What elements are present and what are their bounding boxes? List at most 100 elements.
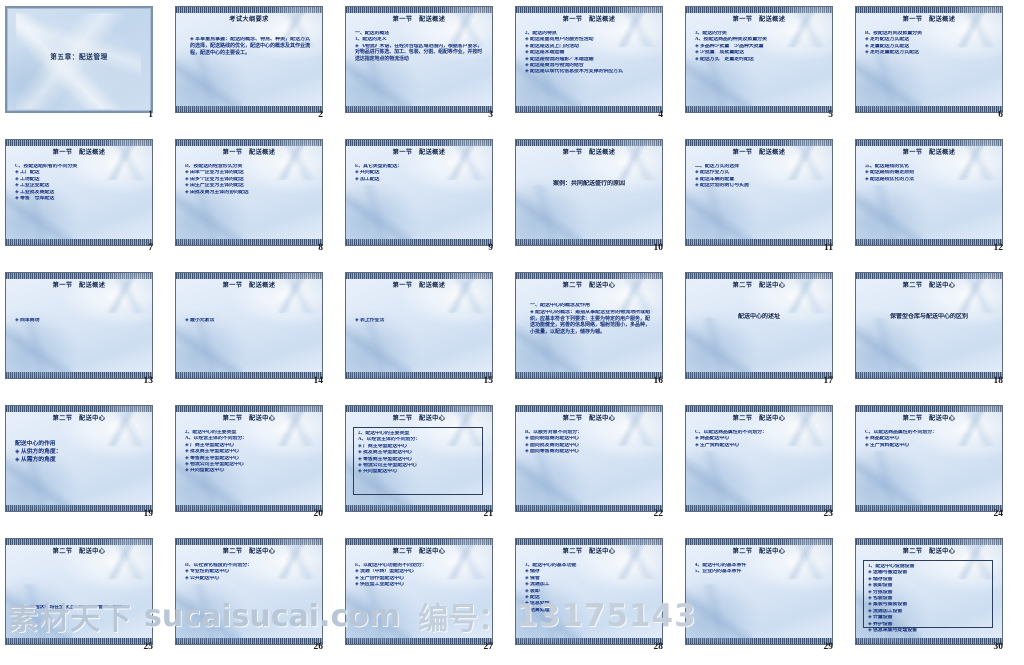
slide-body: ◈ 最小元素法 — [185, 318, 315, 324]
slide-number-label: 6 — [998, 110, 1003, 120]
slide-number-label: 15 — [483, 376, 494, 386]
slide-thumbnail-15[interactable]: 第一节 配送概述 ◈ 表上作业法 15 — [340, 266, 510, 399]
slide-title: 考试大纲要求 — [229, 16, 269, 23]
slide-frame: 第二节 配送中心 C、以配送商品属性的不同划分： ◈ 商品配送中心 ◈ 生产资料配送中… — [685, 405, 833, 512]
content-placeholder-outline[interactable]: 2、配送中心的主要类型 A、以经营主体的不同划分： ◈ 厂商主导型配送中心 ◈ 批发商… — [353, 427, 483, 495]
slide-thumbnail-27[interactable]: 第二节 配送中心 E、以配送中心功能的不同划分： ◈ 流通（中转）型配送中心 ◈ 生产… — [340, 532, 510, 665]
slide-thumbnail-24[interactable]: 第二节 配送中心 C、以配送商品属性的不同划分： ◈ 商品配送中心 ◈ 生产资料配送中… — [850, 399, 1020, 532]
slide-number-label: 17 — [823, 376, 834, 386]
slide-top-band — [516, 539, 662, 545]
slide-thumbnail-8[interactable]: 第一节 配送概述 D、按配送的经营形式分类 ◈ 由单一企业为主体的配送 ◈ 由多个企业… — [170, 133, 340, 266]
slide-body: C、以配送商品属性的不同划分： ◈ 商品配送中心 ◈ 生产资料配送中心 — [695, 430, 825, 449]
slide-frame: 考试大纲要求 ◈ 本章重点掌握：配送的概念、特点、种类，配送方式的选择，配送路线的… — [175, 6, 323, 113]
slide-thumbnail-17[interactable]: 第二节 配送中心 配送中心的述址 17 — [680, 266, 850, 399]
slide-body-line: ◈ 本章重点掌握：配送的概念、特点、种类，配送方式的选择，配送路线的优化，配送中… — [190, 37, 311, 56]
slide-title: 第一节 配送概述 — [562, 16, 616, 23]
slide-frame: 第二节 配送中心 配送中心的述址 — [685, 272, 833, 379]
slide-body-line: ◈ 表上作业法 — [355, 318, 385, 323]
slide-top-band — [516, 406, 662, 412]
slide-body: 一、配送的概述 1、配送的定义 ◈ 《物流》术语，在经济合理区域范围内，根据客户要求… — [355, 31, 485, 63]
crystal-watermark-icon — [346, 318, 412, 376]
slide-canvas: 第一节 配送概述 二、配送方式的选择 ◈ 配送作业方式 ◈ 配送车辆的配置 ◈ 配送计划… — [686, 140, 832, 245]
slide-body: B、按配送时间及数量分类 ◈ 定时配送方式配送 ◈ 定量配送方式配送 ◈ 定时定量配送… — [865, 31, 995, 57]
slide-thumbnail-6[interactable]: 第一节 配送概述 B、按配送时间及数量分类 ◈ 定时配送方式配送 ◈ 定量配送方式配送… — [850, 0, 1020, 133]
slide-frame: 第一节 配送概述 ◈ 最小元素法 — [175, 272, 323, 379]
slide-top-band — [686, 7, 832, 13]
slide-number-label: 8 — [318, 243, 323, 253]
slide-body-line: 支援、美国沃尔玛在全球上与配送中心管理二种模式 — [15, 605, 128, 610]
slide-canvas: 第一节 配送概述 三、配送路线的优化 ◈ 配送路线的确定原则 ◈ 配送路线优化的方法 — [856, 140, 1002, 245]
slide-title: 第一节 配送概述 — [392, 149, 446, 156]
slide-canvas: 第二节 配送中心 B、以服务对象不同划分： ◈ 面向制造商的配送中心 ◈ 面向批发商的… — [516, 406, 662, 511]
slide-body-line: ◈ 从需方的角度 — [15, 457, 56, 463]
slide-thumbnail-12[interactable]: 第一节 配送概述 三、配送路线的优化 ◈ 配送路线的确定原则 ◈ 配送路线优化的方法 1… — [850, 133, 1020, 266]
slide-top-band — [516, 273, 662, 279]
crystal-watermark-icon — [606, 140, 662, 180]
slide-thumbnail-4[interactable]: 第一节 配送概述 2、配送的特点 ◈ 配送是面向用户的服务性活动 ◈ 配送是送货上门的… — [510, 0, 680, 133]
content-placeholder-outline[interactable]: 1、配送中心设施设备 ◈ 运输与搬运设备 ◈ 储存设备 ◈ 装卸设备 ◈ 分拣设备 ◈ 包… — [863, 560, 993, 633]
slide-thumbnail-3[interactable]: 第一节 配送概述 一、配送的概述 1、配送的定义 ◈ 《物流》术语，在经济合理区域范围… — [340, 0, 510, 133]
slide-title: 第二节 配送中心 — [732, 282, 786, 289]
slide-canvas: 第一节 配送概述 ◈ 西单商场 — [6, 273, 152, 378]
slide-thumbnail-22[interactable]: 第二节 配送中心 B、以服务对象不同划分： ◈ 面向制造商的配送中心 ◈ 面向批发商的… — [510, 399, 680, 532]
slide-canvas: 第二节 配送中心 3、配送中心的基本功能 ◈ 储存 ◈ 保管 ◈ 流通加工 ◈ 装卸 ◈ 配… — [516, 539, 662, 644]
slide-thumbnail-19[interactable]: 第二节 配送中心 配送中心的作用 ◈ 从供方的角度： ◈ 从需方的角度 19 — [0, 399, 170, 532]
slide-canvas: 第一节 配送概述 B、按配送时间及数量分类 ◈ 定时配送方式配送 ◈ 定量配送方式配送… — [856, 7, 1002, 112]
crystal-watermark-icon — [176, 584, 242, 642]
slide-thumbnail-30[interactable]: 第二节 配送中心 1、配送中心设施设备 ◈ 运输与搬运设备 ◈ 储存设备 ◈ 装卸设备 ◈… — [850, 532, 1020, 665]
slide-frame: 第一节 配送概述 一、配送的概述 1、配送的定义 ◈ 《物流》术语，在经济合理区域范围… — [345, 6, 493, 113]
slide-thumbnail-25[interactable]: 第二节 配送中心 支援、美国沃尔玛在全球上与配送中心管理二种模式 25 — [0, 532, 170, 665]
slide-title: 第二节 配送中心 — [392, 548, 446, 555]
slide-body-line: 保管型仓库与配送中心的区别 — [889, 314, 968, 320]
slide-frame: 第二节 配送中心 配送中心的作用 ◈ 从供方的角度： ◈ 从需方的角度 — [5, 405, 153, 512]
slide-body-line: 配送中心的述址 — [737, 314, 780, 320]
slide-body: 2、配送中心的主要类型 A、以经营主体的不同划分： ◈ 厂商主导型配送中心 ◈ 批发商… — [185, 430, 315, 475]
slide-thumbnail-26[interactable]: 第二节 配送中心 D、以社会化程度的不同划分： ◈ 专业性的配送中心 ◈ 公共配送中心… — [170, 532, 340, 665]
slide-frame: 第二节 配送中心 4、配送中心的基本条件 5、企业内的基本条件 — [685, 538, 833, 645]
slide-number-label: 22 — [653, 509, 664, 519]
slide-thumbnail-9[interactable]: 第一节 配送概述 E、其它类型的配送： ◈ 共同配送 ◈ 加工配送 9 — [340, 133, 510, 266]
slide-thumbnail-14[interactable]: 第一节 配送概述 ◈ 最小元素法 14 — [170, 266, 340, 399]
crystal-watermark-icon — [856, 185, 922, 243]
slide-top-band — [856, 7, 1002, 13]
slide-thumbnail-21[interactable]: 第二节 配送中心 2、配送中心的主要类型 A、以经营主体的不同划分： ◈ 厂商主导型配… — [340, 399, 510, 532]
slide-thumbnail-29[interactable]: 第二节 配送中心 4、配送中心的基本条件 5、企业内的基本条件 29 — [680, 532, 850, 665]
slide-thumbnail-16[interactable]: 第二节 配送中心 一、配送中心的概念及作用 ◈ 配送中心的概念：是指从事配送业务的物… — [510, 266, 680, 399]
slide-body-line: ◈ 配送中心的概念：是指从事配送业务的物流场所或组织，应基本符合下列要求：主要为… — [530, 309, 651, 336]
slide-thumbnail-23[interactable]: 第二节 配送中心 C、以配送商品属性的不同划分： ◈ 商品配送中心 ◈ 生产资料配送中… — [680, 399, 850, 532]
slide-thumbnail-7[interactable]: 第一节 配送概述 C、按配送组织者的不同分类 ◈ 工厂配送 ◈ 工场配送 ◈ 工业企业配… — [0, 133, 170, 266]
slide-number-label: 20 — [313, 509, 324, 519]
slide-frame: 第二节 配送中心 支援、美国沃尔玛在全球上与配送中心管理二种模式 — [5, 538, 153, 645]
slide-canvas: 第二节 配送中心 配送中心的述址 — [686, 273, 832, 378]
slide-body: ◈ 西单商场 — [15, 318, 145, 324]
slide-title: 第一节 配送概述 — [732, 16, 786, 23]
slide-thumbnail-11[interactable]: 第一节 配送概述 二、配送方式的选择 ◈ 配送作业方式 ◈ 配送车辆的配置 ◈ 配送计划… — [680, 133, 850, 266]
slide-body-line: ◈ 零售 仓库配送 — [15, 196, 55, 202]
slide-top-band — [686, 273, 832, 279]
slide-thumbnail-20[interactable]: 第二节 配送中心 2、配送中心的主要类型 A、以经营主体的不同划分： ◈ 厂商主导型配… — [170, 399, 340, 532]
slide-title: 第一节 配送概述 — [902, 16, 956, 23]
slide-body-line: ◈ 面向零售商的配送中心 — [525, 449, 579, 455]
slide-number-label: 23 — [823, 509, 834, 519]
slide-top-band — [6, 140, 152, 146]
slide-thumbnail-10[interactable]: 第一节 配送概述 案例：共同配送盛行的原因 10 — [510, 133, 680, 266]
crystal-watermark-icon — [516, 451, 582, 509]
slide-frame: 第二节 配送中心 C、以配送商品属性的不同划分： ◈ 商品配送中心 ◈ 生产资料配送中… — [855, 405, 1003, 512]
slide-thumbnail-28[interactable]: 第二节 配送中心 3、配送中心的基本功能 ◈ 储存 ◈ 保管 ◈ 流通加工 ◈ 装卸 ◈ 配… — [510, 532, 680, 665]
slide-title: 第二节 配送中心 — [902, 282, 956, 289]
slide-frame: 第一节 配送概述 二、配送方式的选择 ◈ 配送作业方式 ◈ 配送车辆的配置 ◈ 配送计划… — [685, 139, 833, 246]
slide-canvas: 第二节 配送中心 4、配送中心的基本条件 5、企业内的基本条件 — [686, 539, 832, 644]
slide-top-band — [176, 140, 322, 146]
slide-title: 第二节 配送中心 — [562, 415, 616, 422]
slide-thumbnail-18[interactable]: 第二节 配送中心 保管型仓库与配送中心的区别 18 — [850, 266, 1020, 399]
slide-thumbnail-13[interactable]: 第一节 配送概述 ◈ 西单商场 13 — [0, 266, 170, 399]
slide-title: 第一节 配送概述 — [52, 282, 106, 289]
slide-body: 支援、美国沃尔玛在全球上与配送中心管理二种模式 — [15, 605, 145, 611]
slide-thumbnail-5[interactable]: 第一节 配送概述 3、配送的分类 A、按配送商品的种类及数量分类 ◈ 多品种少批量 少… — [680, 0, 850, 133]
slide-body: 4、配送中心的基本条件 5、企业内的基本条件 — [695, 563, 825, 576]
slide-body: 三、配送路线的优化 ◈ 配送路线的确定原则 ◈ 配送路线优化的方法 — [865, 164, 995, 183]
slide-top-band — [856, 406, 1002, 412]
slide-number-label: 19 — [143, 509, 154, 519]
slide-thumbnail-1[interactable]: 第五章：配送管理 1 — [0, 0, 170, 133]
slide-thumbnail-2[interactable]: 考试大纲要求 ◈ 本章重点掌握：配送的概念、特点、种类，配送方式的选择，配送路线的… — [170, 0, 340, 133]
